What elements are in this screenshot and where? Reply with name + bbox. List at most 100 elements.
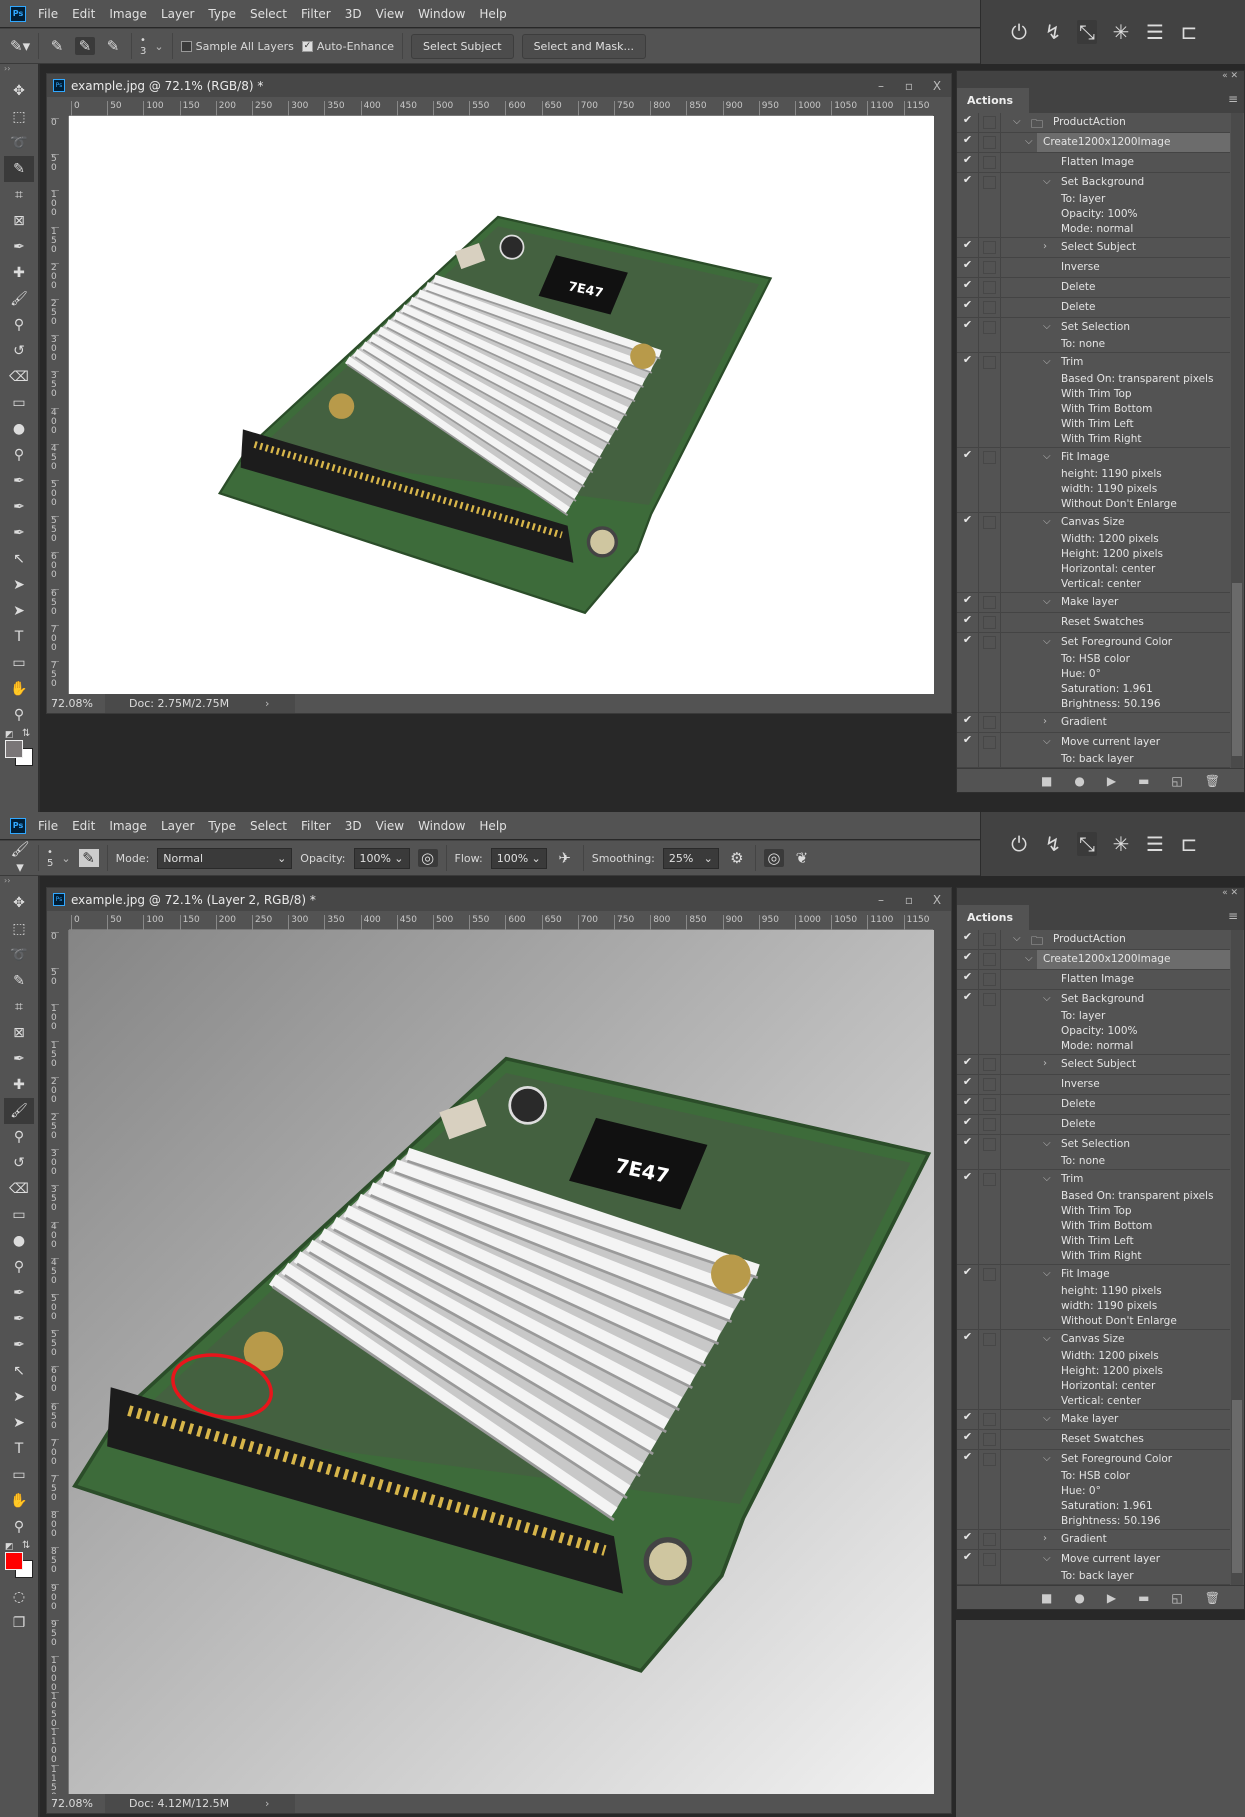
minimize-icon[interactable]: – bbox=[867, 79, 895, 93]
type-tool-icon[interactable]: T bbox=[0, 624, 38, 650]
chevron-down-icon[interactable]: ⌵ bbox=[1043, 516, 1051, 527]
curvature-pen-tool-icon[interactable]: ✒ bbox=[0, 1332, 38, 1358]
crop-tool-icon[interactable]: ⌗ bbox=[0, 994, 38, 1020]
dialog-toggle[interactable] bbox=[979, 278, 1001, 297]
chevron-right-icon[interactable]: › bbox=[1043, 1533, 1047, 1544]
checkbox-icon[interactable] bbox=[180, 41, 192, 52]
action-item[interactable]: ✔ Delete bbox=[957, 1115, 1230, 1135]
action-item[interactable]: ✔ ⌵ 🗀 ProductAction bbox=[957, 930, 1230, 950]
freeform-pen-tool-icon[interactable]: ✒ bbox=[0, 1306, 38, 1332]
menu-select[interactable]: Select bbox=[250, 819, 287, 833]
action-item[interactable]: ✔ ⌵ Set Foreground Color To: HSB color Hue:… bbox=[957, 633, 1230, 713]
quick-mask-icon[interactable]: ◌ bbox=[0, 1584, 38, 1610]
toggle-item-checkmark-icon[interactable]: ✔ bbox=[957, 1530, 979, 1549]
chevron-down-icon[interactable]: ⌵ bbox=[1043, 1553, 1051, 1564]
new-action-icon[interactable]: ◱ bbox=[1171, 1591, 1182, 1605]
menu-view[interactable]: View bbox=[376, 819, 404, 833]
eraser-tool-icon[interactable]: ⌫ bbox=[0, 1176, 38, 1202]
dialog-toggle[interactable] bbox=[979, 1550, 1001, 1584]
dialog-toggle[interactable] bbox=[979, 733, 1001, 767]
opacity-field[interactable]: 100% ⌄ bbox=[353, 847, 410, 869]
action-item[interactable]: ✔ ⌵ Canvas Size Width: 1200 pixels Height: … bbox=[957, 1330, 1230, 1410]
lines-icon[interactable]: ☰ bbox=[1145, 832, 1165, 856]
image-canvas[interactable]: 7E47 bbox=[69, 930, 934, 1794]
power-icon[interactable]: ⏻ bbox=[1009, 20, 1029, 44]
toggle-item-checkmark-icon[interactable]: ✔ bbox=[957, 633, 979, 712]
toggle-item-checkmark-icon[interactable]: ✔ bbox=[957, 113, 979, 132]
lasso-tool-icon[interactable]: ➰ bbox=[0, 130, 38, 156]
toggle-item-checkmark-icon[interactable]: ✔ bbox=[957, 1550, 979, 1584]
maximize-icon[interactable]: ▫ bbox=[895, 79, 923, 93]
toggle-item-checkmark-icon[interactable]: ✔ bbox=[957, 1055, 979, 1074]
toggle-item-checkmark-icon[interactable]: ✔ bbox=[957, 930, 979, 949]
action-item[interactable]: ✔ ⌵ Fit Image height: 1190 pixels width: 11… bbox=[957, 448, 1230, 513]
default-colors-icon[interactable]: ◩ bbox=[5, 1542, 14, 1552]
toggle-item-checkmark-icon[interactable]: ✔ bbox=[957, 1410, 979, 1429]
toggle-item-checkmark-icon[interactable]: ✔ bbox=[957, 133, 979, 152]
zoom-tool-icon[interactable]: ⚲ bbox=[0, 702, 38, 728]
chevron-down-icon[interactable]: ⌵ bbox=[1025, 953, 1033, 964]
smoothing-field[interactable]: 25% ⌄ bbox=[662, 847, 719, 869]
new-action-icon[interactable]: ◱ bbox=[1171, 774, 1182, 788]
action-item[interactable]: ✔ ⌵ 🗀 ProductAction bbox=[957, 113, 1230, 133]
dialog-toggle[interactable] bbox=[979, 1115, 1001, 1134]
dialog-toggle[interactable] bbox=[979, 513, 1001, 592]
dialog-toggle[interactable] bbox=[979, 1075, 1001, 1094]
brush-tool-icon[interactable]: 🖌▾ bbox=[10, 840, 30, 876]
brush-settings-icon[interactable]: ✎ bbox=[78, 849, 99, 867]
menu-file[interactable]: File bbox=[38, 819, 58, 833]
curve-tool-icon[interactable]: ↯ bbox=[1043, 832, 1063, 856]
minimize-icon[interactable]: – bbox=[867, 893, 895, 907]
chevron-right-icon[interactable]: › bbox=[1043, 241, 1047, 252]
menu-layer[interactable]: Layer bbox=[161, 7, 194, 21]
dialog-toggle[interactable] bbox=[979, 258, 1001, 277]
action-item[interactable]: ✔ › Select Subject bbox=[957, 238, 1230, 258]
action-item[interactable]: ✔ ⌵ Fit Image height: 1190 pixels width: 11… bbox=[957, 1265, 1230, 1330]
close-icon[interactable]: X bbox=[923, 893, 951, 907]
brush-size-picker[interactable]: • 3 bbox=[140, 35, 146, 57]
action-item[interactable]: ✔ Inverse bbox=[957, 1075, 1230, 1095]
toggle-item-checkmark-icon[interactable]: ✔ bbox=[957, 1170, 979, 1264]
record-icon[interactable]: ● bbox=[1074, 774, 1084, 788]
menu-image[interactable]: Image bbox=[109, 7, 147, 21]
toggle-item-checkmark-icon[interactable]: ✔ bbox=[957, 513, 979, 592]
toggle-item-checkmark-icon[interactable]: ✔ bbox=[957, 448, 979, 512]
action-item[interactable]: ✔ Reset Swatches bbox=[957, 1430, 1230, 1450]
marquee-tool-icon[interactable]: ⬚ bbox=[0, 916, 38, 942]
screen-mode-icon[interactable]: ❐ bbox=[0, 1610, 38, 1636]
action-item[interactable]: ✔ ⌵ Canvas Size Width: 1200 pixels Height: … bbox=[957, 513, 1230, 593]
menu-3d[interactable]: 3D bbox=[345, 7, 362, 21]
panel-menu-icon[interactable]: ≡ bbox=[1228, 92, 1244, 113]
toggle-item-checkmark-icon[interactable]: ✔ bbox=[957, 733, 979, 767]
chevron-down-icon[interactable]: ⌵ bbox=[1043, 736, 1051, 747]
play-icon[interactable]: ▶ bbox=[1107, 1591, 1116, 1605]
trash-icon[interactable]: 🗑 bbox=[1205, 1591, 1220, 1605]
hand-tool-icon[interactable]: ✋ bbox=[0, 1488, 38, 1514]
dialog-toggle[interactable] bbox=[979, 298, 1001, 317]
direct-selection-tool-icon[interactable]: ➤ bbox=[0, 1410, 38, 1436]
panel-icon[interactable]: ⊏ bbox=[1179, 832, 1199, 856]
toggle-item-checkmark-icon[interactable]: ✔ bbox=[957, 1265, 979, 1329]
chevron-down-icon[interactable]: ⌵ bbox=[1013, 933, 1021, 944]
toggle-item-checkmark-icon[interactable]: ✔ bbox=[957, 970, 979, 989]
image-canvas[interactable]: 7E47 bbox=[69, 116, 934, 694]
pressure-opacity-icon[interactable]: ◎ bbox=[417, 849, 438, 867]
chevron-down-icon[interactable]: ⌵ bbox=[1043, 1453, 1051, 1464]
toggle-item-checkmark-icon[interactable]: ✔ bbox=[957, 1075, 979, 1094]
dialog-toggle[interactable] bbox=[979, 1095, 1001, 1114]
vertical-ruler[interactable]: 0 50 100 150 200 250 300 350 400 450 500 550 600 650 7… bbox=[47, 930, 69, 1794]
chevron-down-icon[interactable]: ⌵ bbox=[1043, 356, 1051, 367]
action-item[interactable]: ✔ ⌵ Make layer bbox=[957, 593, 1230, 613]
dialog-toggle[interactable] bbox=[979, 1170, 1001, 1264]
menu-edit[interactable]: Edit bbox=[72, 819, 95, 833]
menu-select[interactable]: Select bbox=[250, 7, 287, 21]
toggle-item-checkmark-icon[interactable]: ✔ bbox=[957, 950, 979, 969]
tab-actions[interactable]: Actions bbox=[957, 88, 1029, 113]
dodge-tool-icon[interactable]: ⚲ bbox=[0, 442, 38, 468]
action-item[interactable]: ✔ Inverse bbox=[957, 258, 1230, 278]
dialog-toggle[interactable] bbox=[979, 133, 1001, 152]
dialog-toggle[interactable] bbox=[979, 173, 1001, 237]
menu-window[interactable]: Window bbox=[418, 7, 465, 21]
chevron-down-icon[interactable]: ⌵ bbox=[1043, 1413, 1051, 1424]
new-set-icon[interactable]: ▬ bbox=[1138, 774, 1149, 788]
